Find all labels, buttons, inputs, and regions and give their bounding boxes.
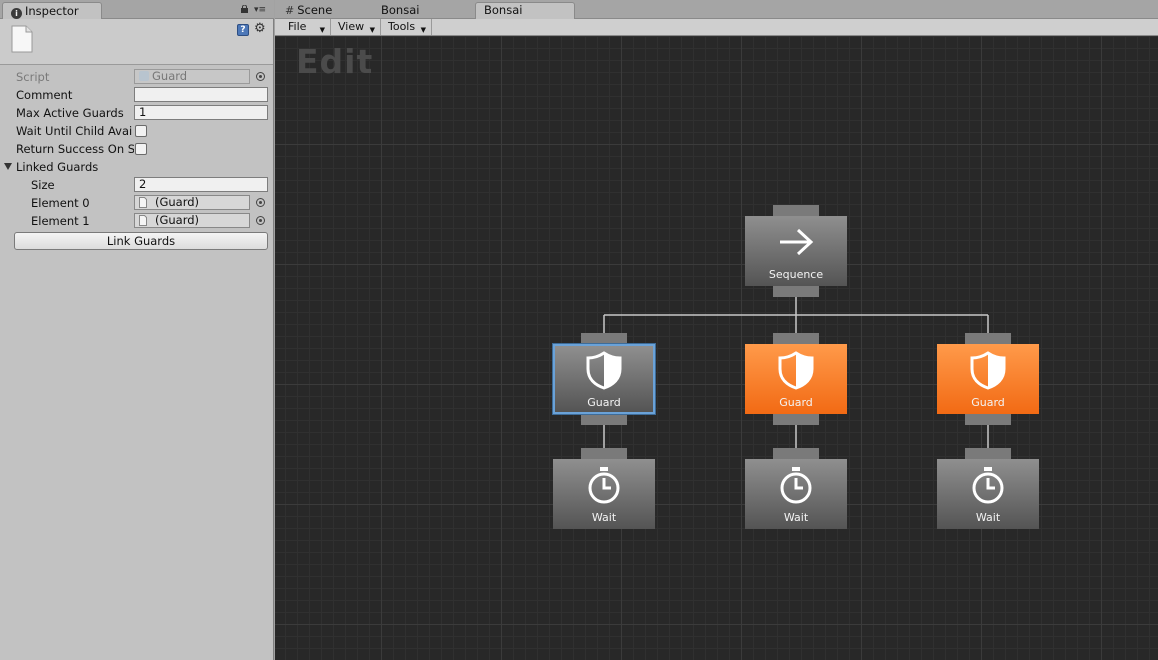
element1-doc-icon [139,215,147,226]
script-file-icon [139,71,149,81]
arrow-right-icon [780,228,814,256]
comment-row: Comment [0,86,273,104]
tab-bonsai-2-label: Bonsai [484,3,523,17]
node-wait-3[interactable]: Wait [937,448,1039,529]
comment-label: Comment [16,88,73,102]
tab-scene[interactable]: # Scene [277,2,373,19]
element1-row: Element 1 (Guard) [0,212,273,230]
script-row: Script Guard [0,68,273,86]
node-guard-3[interactable]: Guard [937,333,1039,425]
node-title: Guard [779,396,813,409]
script-picker-icon [256,72,265,81]
tab-scene-label: Scene [297,3,333,17]
stopwatch-icon [588,467,620,504]
script-label: Script [16,70,50,84]
shield-icon [970,351,1006,390]
node-title: Guard [971,396,1005,409]
tab-inspector-label: Inspector [25,4,79,18]
element0-value: (Guard) [155,195,200,209]
linked-guards-foldout[interactable]: Linked Guards [0,158,273,176]
info-icon: i [11,8,22,19]
node-title: Wait [783,511,809,524]
max-active-guards-label: Max Active Guards [16,106,124,120]
element0-doc-icon [139,197,147,208]
node-title: Sequence [768,268,824,281]
return-success-checkbox[interactable] [135,143,147,155]
node-wait-1[interactable]: Wait [553,448,655,529]
linked-guards-label: Linked Guards [16,160,99,174]
menu-view[interactable]: View ▼ [331,19,381,35]
menu-tools-label: Tools [388,20,416,33]
output-port[interactable] [965,413,1011,425]
shield-icon [586,351,622,390]
menu-tools[interactable]: Tools ▼ [381,19,432,35]
tab-bonsai-2[interactable]: Bonsai [475,2,575,19]
stopwatch-icon [972,467,1004,504]
node-sequence[interactable]: Sequence [745,205,847,297]
element0-label: Element 0 [31,196,90,210]
node-wait-2[interactable]: Wait [745,448,847,529]
foldout-arrow-icon[interactable] [4,163,12,170]
hash-icon: # [285,4,295,17]
node-title: Guard [587,396,621,409]
wait-until-checkbox[interactable] [135,125,147,137]
element0-picker-icon[interactable] [256,198,265,207]
stopwatch-icon [780,467,812,504]
script-value: Guard [152,69,188,83]
output-port[interactable] [581,413,627,425]
tab-inspector[interactable]: i Inspector [2,2,102,19]
script-field: Guard [134,69,250,84]
size-input[interactable]: 2 [134,177,268,192]
bonsai-editor: # Scene Bonsai Bonsai File ▼ View ▼ Tools ▼ … [275,0,1158,660]
element0-field[interactable]: (Guard) [134,195,250,210]
size-label: Size [31,178,55,192]
menu-file-label: File [288,20,307,33]
wait-until-label: Wait Until Child Avai [16,124,133,138]
output-port[interactable] [773,413,819,425]
editor-tabbar: # Scene Bonsai Bonsai [275,0,1158,19]
size-row: Size 2 [0,176,273,194]
node-guard-1[interactable]: Guard [553,333,655,425]
tab-bonsai-1[interactable]: Bonsai [373,2,473,19]
comment-input[interactable] [134,87,268,102]
element1-label: Element 1 [31,214,90,228]
help-icon[interactable]: ? [237,24,249,36]
element1-picker-icon[interactable] [256,216,265,225]
tab-bonsai-1-label: Bonsai [381,3,420,17]
editor-toolbar: File ▼ View ▼ Tools ▼ [275,19,1158,36]
element1-value: (Guard) [155,213,200,227]
node-title: Wait [591,511,617,524]
node-title: Wait [975,511,1001,524]
output-port[interactable] [773,285,819,297]
wait-until-row: Wait Until Child Avai [0,122,273,140]
max-active-guards-input[interactable]: 1 [134,105,268,120]
return-success-row: Return Success On S [0,140,273,158]
element0-row: Element 0 (Guard) [0,194,273,212]
inspector-tabbar: i Inspector ▾≡ [0,0,274,19]
inspector-header: ? ⚙ [0,19,273,65]
lock-icon[interactable] [240,5,249,13]
gear-icon[interactable]: ⚙ [254,22,270,36]
menu-view-label: View [338,20,365,33]
document-icon [11,25,33,53]
app-root: i Inspector ▾≡ ? ⚙ Script Guard Comment … [0,0,1158,660]
menu-file[interactable]: File ▼ [281,19,331,35]
panel-menu-icon[interactable]: ▾≡ [254,5,270,15]
return-success-label: Return Success On S [16,142,134,156]
max-active-guards-row: Max Active Guards 1 [0,104,273,122]
link-guards-button[interactable]: Link Guards [14,232,268,250]
shield-icon [778,351,814,390]
inspector-panel: i Inspector ▾≡ ? ⚙ Script Guard Comment … [0,0,274,660]
graph-canvas[interactable]: Edit Sequence Guard Guard Guard Wait Wai… [275,36,1158,660]
node-guard-2[interactable]: Guard [745,333,847,425]
element1-field[interactable]: (Guard) [134,213,250,228]
